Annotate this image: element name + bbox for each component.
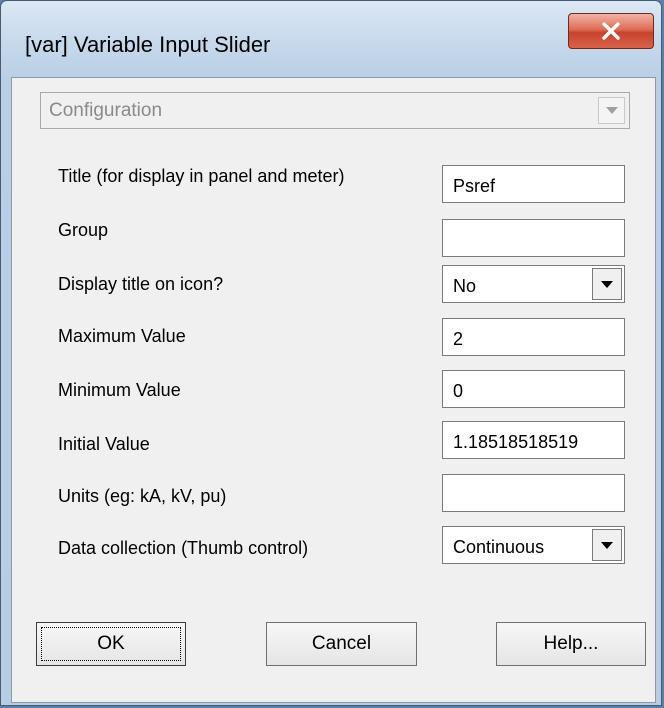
- window-title: [var] Variable Input Slider: [25, 32, 271, 57]
- configuration-dropdown-button[interactable]: [598, 97, 625, 124]
- data-collection-select[interactable]: Continuous: [442, 526, 625, 564]
- maximum-value-input[interactable]: 2: [442, 318, 625, 356]
- cancel-button-label: Cancel: [311, 633, 372, 654]
- display-title-label: Display title on icon?: [58, 274, 224, 294]
- configuration-dropdown-value: Configuration: [49, 100, 163, 121]
- display-title-select-button[interactable]: [592, 268, 622, 300]
- cancel-button[interactable]: Cancel: [266, 622, 417, 666]
- help-button-label: Help...: [543, 633, 599, 654]
- title-label: Title (for display in panel and meter): [58, 166, 345, 186]
- focus-rectangle: [41, 627, 181, 661]
- configuration-dropdown[interactable]: Configuration: [40, 92, 630, 129]
- close-button[interactable]: [568, 13, 654, 49]
- group-input[interactable]: [442, 219, 625, 257]
- data-collection-select-value: Continuous: [453, 537, 545, 557]
- title-input[interactable]: Psref: [442, 165, 625, 203]
- chevron-down-icon: [605, 107, 618, 114]
- help-button[interactable]: Help...: [496, 622, 646, 666]
- chevron-down-icon: [601, 280, 613, 288]
- data-collection-select-button[interactable]: [592, 529, 622, 561]
- ok-button[interactable]: OK: [36, 622, 186, 666]
- initial-value-input[interactable]: 1.18518518519: [442, 421, 625, 459]
- data-collection-label: Data collection (Thumb control): [58, 538, 309, 558]
- minimum-value-input[interactable]: 0: [442, 370, 625, 408]
- display-title-select[interactable]: No: [442, 265, 625, 303]
- close-icon: [602, 22, 620, 40]
- maximum-value-label: Maximum Value: [58, 326, 186, 346]
- units-label: Units (eg: kA, kV, pu): [58, 486, 227, 506]
- units-input[interactable]: [442, 474, 625, 512]
- chevron-down-icon: [601, 541, 613, 549]
- dialog-window: [var] Variable Input Slider Configuratio…: [0, 0, 662, 706]
- group-label: Group: [58, 220, 109, 240]
- dialog-client-area: Configuration Title (for display in pane…: [11, 77, 656, 703]
- minimum-value-label: Minimum Value: [58, 380, 181, 400]
- initial-value-label: Initial Value: [58, 434, 150, 454]
- display-title-select-value: No: [453, 276, 477, 296]
